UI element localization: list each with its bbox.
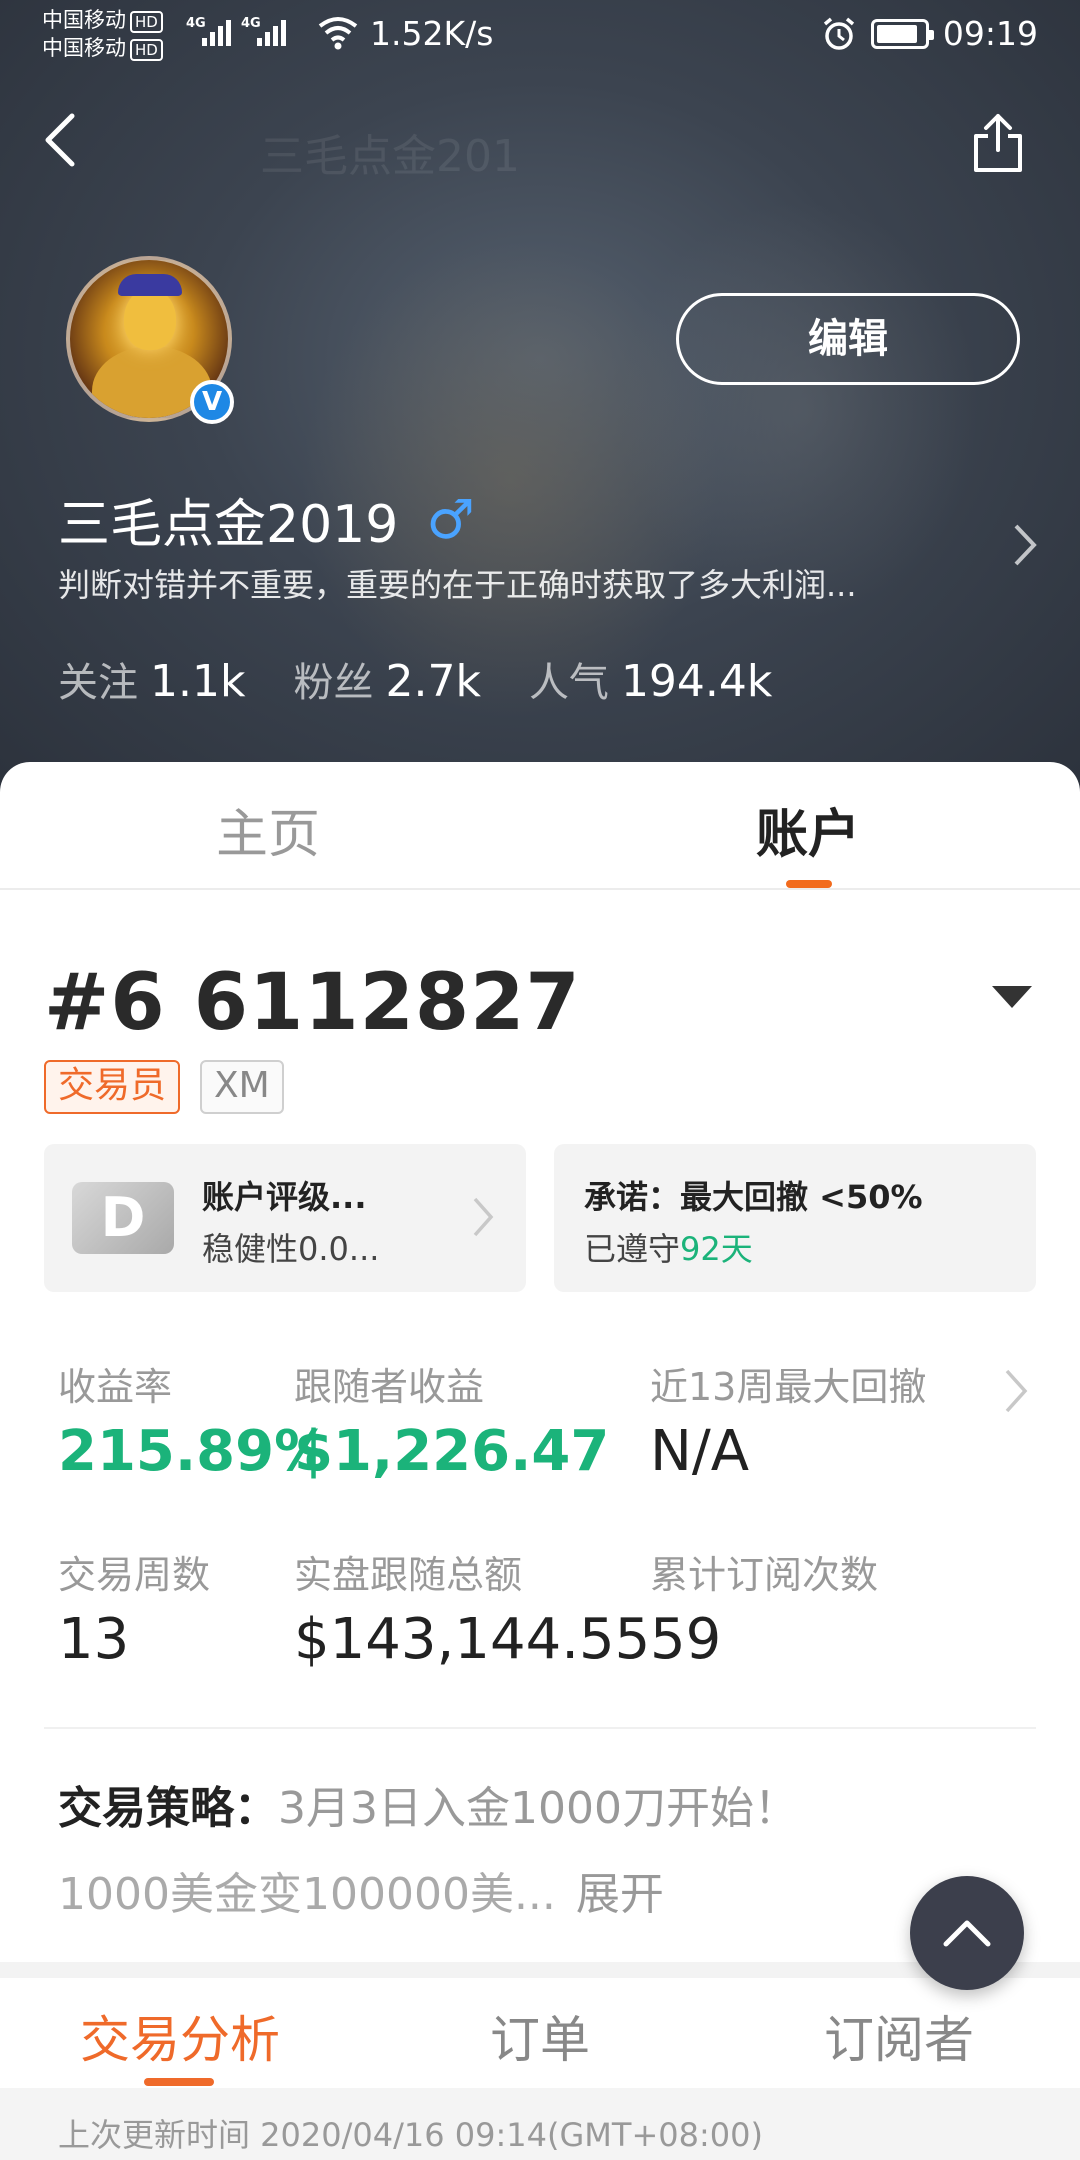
carrier-info: 中国移动 HD 中国移动 HD (42, 6, 163, 62)
caret-down-icon[interactable] (992, 986, 1032, 1008)
stat-following[interactable]: 关注 1.1k (58, 650, 245, 708)
share-button[interactable] (970, 110, 1040, 190)
metric-trading-weeks: 交易周数 13 (58, 1553, 211, 1672)
profile-bio: 判断对错并不重要，重要的在于正确时获取了多大利润... (58, 566, 857, 604)
net-speed: 1.52K/s (370, 14, 494, 53)
broker-tag: XM (200, 1060, 284, 1114)
strategy-text-line2: 1000美金变100000美... 展开 (58, 1869, 664, 1920)
name-row: 三毛点金2019 ♂ (58, 482, 475, 557)
hd-badge: HD (130, 39, 163, 61)
metric-follower-profit: 跟随者收益 $1,226.47 (294, 1365, 610, 1484)
promise-title: 承诺：最大回撤 <50% (584, 1178, 923, 1216)
signal-icon: 4G (186, 16, 231, 46)
tab-subscribers[interactable]: 订阅者 (824, 2000, 974, 2072)
metric-max-drawdown[interactable]: 近13周最大回撤 N/A (650, 1356, 926, 1484)
status-bar: 中国移动 HD 中国移动 HD 4G 4G 1.52K/s 09:19 (0, 0, 1080, 74)
signal-icons: 4G 4G (186, 16, 286, 46)
strategy-text: 交易策略：3月3日入金1000刀开始！ (58, 1783, 798, 1834)
chevron-up-icon (943, 1920, 991, 1947)
male-icon: ♂ (426, 488, 475, 551)
metric-follow-total: 实盘跟随总额 $143,144.55 (294, 1553, 651, 1672)
tab-trade-analysis[interactable]: 交易分析 (80, 2000, 280, 2072)
rating-title: 账户评级... (202, 1178, 367, 1216)
account-number: #6 6112827 (44, 958, 581, 1048)
rating-subtitle: 稳健性0.0... (202, 1230, 380, 1268)
trader-tag: 交易员 (44, 1060, 181, 1114)
tab-orders[interactable]: 订单 (490, 2000, 590, 2072)
analysis-tabs: 交易分析 订单 订阅者 (0, 1978, 1080, 2088)
strategy-label: 交易策略： (58, 1783, 278, 1834)
wifi-icon (318, 17, 358, 50)
subtab-indicator (144, 2078, 214, 2086)
divider (44, 1727, 1036, 1729)
metric-return-rate: 收益率 215.89% (58, 1365, 331, 1484)
stat-followers[interactable]: 粉丝 2.7k (293, 650, 480, 708)
edit-profile-button[interactable]: 编辑 (676, 293, 1020, 385)
profile-header: 中国移动 HD 中国移动 HD 4G 4G 1.52K/s 09:19 三毛点金… (0, 0, 1080, 800)
scroll-top-button[interactable] (910, 1876, 1024, 1990)
top-nav: 三毛点金201 (0, 110, 1080, 190)
metric-subscriptions: 累计订阅次数 59 (650, 1553, 879, 1672)
back-arrow-icon (45, 113, 75, 167)
clock: 09:19 (942, 14, 1038, 53)
chevron-right-icon (473, 1197, 494, 1237)
battery-icon (870, 18, 934, 49)
last-updated: 上次更新时间 2020/04/16 09:14(GMT+08:00) (0, 2088, 1080, 2160)
tab-indicator (786, 880, 832, 888)
profile-stats: 关注 1.1k 粉丝 2.7k 人气 194.4k (58, 650, 772, 708)
back-button[interactable] (40, 110, 100, 190)
chevron-right-icon[interactable] (1002, 1366, 1030, 1416)
stat-popularity: 人气 194.4k (528, 656, 773, 707)
account-rating-card[interactable]: D 账户评级... 稳健性0.0... (44, 1144, 526, 1292)
background-blur (620, 200, 980, 620)
promise-card: 承诺：最大回撤 <50% 已遵守92天 (554, 1144, 1036, 1292)
profile-name: 三毛点金2019 (58, 495, 399, 555)
nav-title: 三毛点金201 (260, 131, 520, 182)
tab-home[interactable]: 主页 (216, 792, 320, 867)
grade-badge: D (72, 1182, 174, 1254)
expand-link[interactable]: 展开 (576, 1869, 664, 1920)
profile-tabs: 主页 账户 (0, 762, 1080, 890)
share-icon (974, 114, 1022, 172)
status-right: 09:19 (821, 14, 1038, 53)
signal-icon: 4G (241, 16, 286, 46)
carrier-name: 中国移动 (42, 36, 126, 60)
section-gap (0, 1962, 1080, 1978)
alarm-icon (823, 17, 855, 50)
hd-badge: HD (130, 11, 163, 33)
tab-account[interactable]: 账户 (756, 792, 860, 867)
verified-badge: V (190, 380, 234, 424)
chevron-right-icon[interactable] (1010, 520, 1040, 570)
promise-kept: 已遵守92天 (584, 1230, 753, 1268)
carrier-name: 中国移动 (42, 8, 126, 32)
